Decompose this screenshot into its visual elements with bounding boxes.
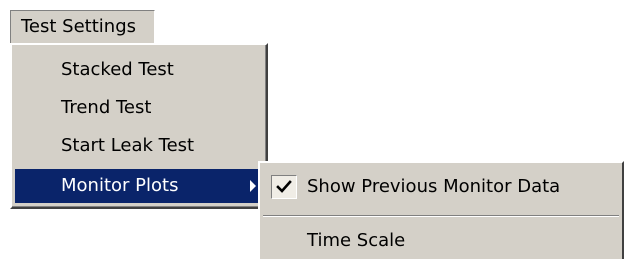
menu-test-settings-label: Test Settings <box>21 16 136 37</box>
menu-item-label: Show Previous Monitor Data <box>307 176 561 197</box>
test-settings-dropdown: Stacked Test Trend Test Start Leak Test … <box>10 43 268 209</box>
menu-item-stacked-test[interactable]: Stacked Test <box>15 53 264 87</box>
menu-item-label: Monitor Plots <box>61 175 179 196</box>
check-state <box>271 175 297 199</box>
menu-item-label: Trend Test <box>61 97 152 118</box>
menu-item-label: Stacked Test <box>61 59 174 80</box>
checkmark-icon <box>276 180 292 193</box>
menu-item-label: Start Leak Test <box>61 135 195 156</box>
monitor-plots-submenu: Show Previous Monitor Data Time Scale <box>258 161 624 259</box>
menu-item-trend-test[interactable]: Trend Test <box>15 91 264 125</box>
menu-separator <box>263 215 619 217</box>
menu-item-start-leak-test[interactable]: Start Leak Test <box>15 129 264 163</box>
menu-item-monitor-plots[interactable]: Monitor Plots <box>15 169 264 203</box>
menu-item-label: Time Scale <box>307 230 406 251</box>
menu-item-time-scale[interactable]: Time Scale <box>263 223 619 259</box>
menu-item-show-previous-monitor-data[interactable]: Show Previous Monitor Data <box>263 169 619 205</box>
menu-test-settings[interactable]: Test Settings <box>10 10 155 44</box>
submenu-arrow-icon <box>250 180 256 192</box>
screen: Test Settings Stacked Test Trend Test St… <box>0 0 624 259</box>
